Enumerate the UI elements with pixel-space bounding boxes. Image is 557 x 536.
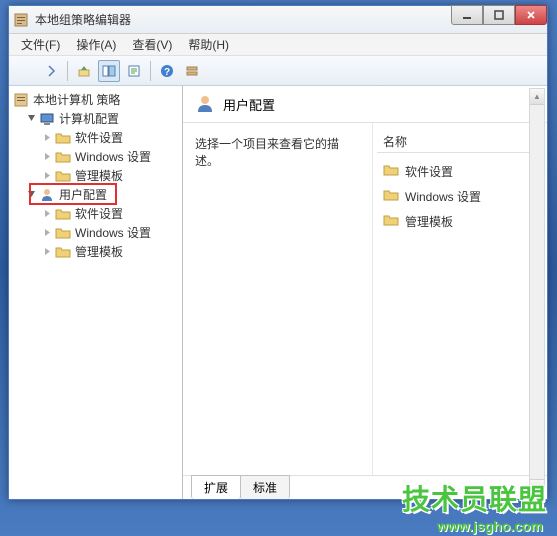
item-label: 管理模板 <box>405 213 453 230</box>
tree-templates[interactable]: 管理模板 <box>9 166 182 185</box>
show-hide-tree-button[interactable] <box>98 60 120 82</box>
computer-icon <box>39 111 55 127</box>
tree-computer-config[interactable]: 计算机配置 <box>9 109 182 128</box>
folder-icon <box>55 149 71 165</box>
tree-windows-settings[interactable]: Windows 设置 <box>9 147 182 166</box>
tab-extended[interactable]: 扩展 <box>191 475 241 499</box>
tree-label: 本地计算机 策略 <box>33 91 120 108</box>
content-header: 用户配置 <box>183 86 547 123</box>
menubar: 文件(F) 操作(A) 查看(V) 帮助(H) <box>9 34 547 56</box>
column-header-name[interactable]: 名称 <box>377 131 543 153</box>
expand-icon[interactable] <box>41 151 53 163</box>
body-area: 本地计算机 策略 计算机配置 软件设置 Windows 设置 管理模板 <box>9 86 547 499</box>
item-label: 软件设置 <box>405 163 453 180</box>
folder-icon <box>55 225 71 241</box>
user-icon <box>39 187 55 203</box>
help-button[interactable]: ? <box>156 60 178 82</box>
description-text: 选择一个项目来查看它的描述。 <box>195 137 339 168</box>
collapse-icon[interactable] <box>25 113 37 125</box>
tabs: 扩展 标准 <box>183 475 547 499</box>
folder-icon <box>55 206 71 222</box>
toolbar-separator <box>150 61 151 81</box>
folder-icon <box>383 212 399 231</box>
tree-label: 软件设置 <box>75 129 123 146</box>
tree-user-config[interactable]: 用户配置 <box>9 185 182 204</box>
tree-label: 管理模板 <box>75 243 123 260</box>
folder-icon <box>55 168 71 184</box>
window-controls <box>451 5 547 25</box>
folder-icon <box>383 187 399 206</box>
close-button[interactable] <box>515 5 547 25</box>
app-icon <box>13 12 29 28</box>
tree-root[interactable]: 本地计算机 策略 <box>9 90 182 109</box>
tab-standard[interactable]: 标准 <box>240 475 290 499</box>
tree-label: 用户配置 <box>59 186 107 203</box>
folder-icon <box>55 130 71 146</box>
policy-icon <box>13 92 29 108</box>
tree-label: 软件设置 <box>75 205 123 222</box>
svg-text:?: ? <box>164 67 170 78</box>
menu-help[interactable]: 帮助(H) <box>182 34 235 55</box>
content-pane: 用户配置 选择一个项目来查看它的描述。 名称 软件设置 Windows 设置 <box>183 86 547 499</box>
expand-icon[interactable] <box>41 227 53 239</box>
tree-label: Windows 设置 <box>75 148 151 165</box>
up-button[interactable] <box>73 60 95 82</box>
expand-icon[interactable] <box>41 246 53 258</box>
expand-icon[interactable] <box>41 132 53 144</box>
maximize-button[interactable] <box>483 5 515 25</box>
toolbar-separator <box>67 61 68 81</box>
tree-software-settings[interactable]: 软件设置 <box>9 128 182 147</box>
expand-icon[interactable] <box>41 170 53 182</box>
tree-label: Windows 设置 <box>75 224 151 241</box>
list-item[interactable]: 管理模板 <box>377 209 543 234</box>
description-pane: 选择一个项目来查看它的描述。 <box>183 123 373 475</box>
tree-label: 管理模板 <box>75 167 123 184</box>
content-title: 用户配置 <box>223 95 275 114</box>
tree-software-settings[interactable]: 软件设置 <box>9 204 182 223</box>
scroll-up-icon[interactable]: ▲ <box>530 89 544 105</box>
tree-windows-settings[interactable]: Windows 设置 <box>9 223 182 242</box>
folder-icon <box>383 162 399 181</box>
tree-pane[interactable]: 本地计算机 策略 计算机配置 软件设置 Windows 设置 管理模板 <box>9 86 183 499</box>
scroll-down-icon[interactable]: ▼ <box>530 479 544 495</box>
toolbar: ? <box>9 56 547 86</box>
menu-action[interactable]: 操作(A) <box>70 34 122 55</box>
user-icon <box>195 94 215 114</box>
tree-label: 计算机配置 <box>59 110 119 127</box>
tree-templates[interactable]: 管理模板 <box>9 242 182 261</box>
titlebar: 本地组策略编辑器 <box>9 6 547 34</box>
list-item[interactable]: Windows 设置 <box>377 184 543 209</box>
expand-icon[interactable] <box>41 208 53 220</box>
content-body: 选择一个项目来查看它的描述。 名称 软件设置 Windows 设置 管理模板 <box>183 123 547 475</box>
watermark-url: www.jsgho.com <box>437 518 543 534</box>
collapse-icon[interactable] <box>25 189 37 201</box>
list-item[interactable]: 软件设置 <box>377 159 543 184</box>
minimize-button[interactable] <box>451 5 483 25</box>
properties-button[interactable] <box>123 60 145 82</box>
app-window: 本地组策略编辑器 文件(F) 操作(A) 查看(V) 帮助(H) ? 本地计算机… <box>8 5 548 500</box>
vertical-scrollbar[interactable]: ▲ ▼ <box>529 88 545 496</box>
back-button[interactable] <box>15 60 37 82</box>
list-pane[interactable]: 名称 软件设置 Windows 设置 管理模板 <box>373 123 547 475</box>
forward-button[interactable] <box>40 60 62 82</box>
item-label: Windows 设置 <box>405 188 481 205</box>
folder-icon <box>55 244 71 260</box>
filter-button[interactable] <box>181 60 203 82</box>
menu-file[interactable]: 文件(F) <box>15 34 66 55</box>
menu-view[interactable]: 查看(V) <box>126 34 178 55</box>
